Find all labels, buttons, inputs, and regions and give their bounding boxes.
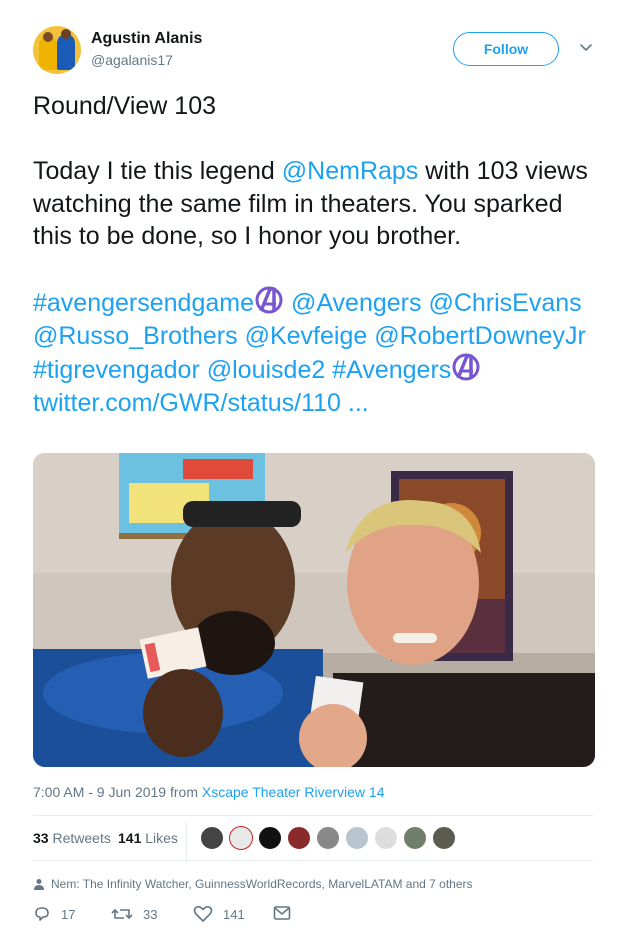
chevron-down-icon[interactable]	[577, 38, 595, 56]
tweet-timestamp: 7:00 AM - 9 Jun 2019 from Xscape Theater…	[33, 784, 385, 800]
heart-icon	[193, 906, 213, 922]
mention-avengers[interactable]: @Avengers	[291, 289, 422, 317]
tweet-url[interactable]: twitter.com/GWR/status/110 ...	[33, 389, 369, 417]
liker-avatar[interactable]	[345, 826, 369, 850]
mention-chrisevans[interactable]: @ChrisEvans	[428, 289, 581, 317]
tweet-stats: 33 Retweets 141 Likes	[33, 822, 593, 862]
retweet-icon	[111, 908, 133, 920]
liked-by-summary[interactable]: Nem: The Infinity Watcher, GuinnessWorld…	[33, 877, 473, 891]
selfie-image	[33, 453, 595, 767]
liker-avatar[interactable]	[432, 826, 456, 850]
liker-avatar[interactable]	[287, 826, 311, 850]
liker-avatar[interactable]	[316, 826, 340, 850]
mention-russo-brothers[interactable]: @Russo_Brothers	[33, 322, 238, 350]
divider	[33, 860, 593, 861]
liker-avatar[interactable]	[258, 826, 282, 850]
hashtag-avengers[interactable]: #Avengers	[332, 356, 451, 384]
mention-nemraps[interactable]: @NemRaps	[282, 157, 419, 185]
likes-stat[interactable]: 141 Likes	[118, 830, 178, 846]
avatar[interactable]	[33, 26, 81, 74]
tweet-text: Round/View 103 Today I tie this legend @…	[33, 90, 598, 419]
mail-icon	[273, 906, 291, 920]
avengers-logo-icon	[255, 286, 283, 314]
mention-kevfeige[interactable]: @Kevfeige	[245, 322, 368, 350]
direct-message-button[interactable]	[273, 905, 301, 921]
source-link[interactable]: Xscape Theater Riverview 14	[202, 784, 385, 800]
mention-robertdowneyjr[interactable]: @RobertDowneyJr	[374, 322, 586, 350]
liker-avatar[interactable]	[229, 826, 253, 850]
author-name[interactable]: Agustin Alanis	[91, 30, 202, 48]
tweet-paragraph-3: #avengersendgame @Avengers @ChrisEvans @…	[33, 285, 598, 419]
tweet-line-1: Round/View 103	[33, 92, 217, 120]
person-icon	[34, 879, 44, 890]
tweet-paragraph-2: Today I tie this legend @NemRaps with 10…	[33, 157, 588, 250]
author-handle[interactable]: @agalanis17	[91, 52, 173, 68]
hashtag-tigrevengador[interactable]: #tigrevengador	[33, 356, 200, 384]
retweet-button[interactable]: 33	[111, 905, 157, 923]
liker-avatar[interactable]	[374, 826, 398, 850]
avengers-logo-icon	[452, 353, 480, 381]
divider	[186, 822, 187, 862]
like-button[interactable]: 141	[193, 905, 245, 923]
liker-avatar[interactable]	[403, 826, 427, 850]
liker-avatar[interactable]	[200, 826, 224, 850]
tweet-photo[interactable]	[33, 453, 595, 767]
mention-louisde2[interactable]: @louisde2	[207, 356, 326, 384]
reply-icon	[35, 907, 49, 921]
follow-button[interactable]: Follow	[453, 32, 559, 66]
retweets-stat[interactable]: 33 Retweets	[33, 830, 111, 846]
divider	[33, 815, 593, 816]
tweet-header: Agustin Alanis @agalanis17 Follow	[33, 26, 595, 74]
tweet-actions: 17 33 141	[33, 905, 593, 927]
reply-button[interactable]: 17	[33, 905, 75, 923]
hashtag-avengersendgame[interactable]: #avengersendgame	[33, 289, 254, 317]
